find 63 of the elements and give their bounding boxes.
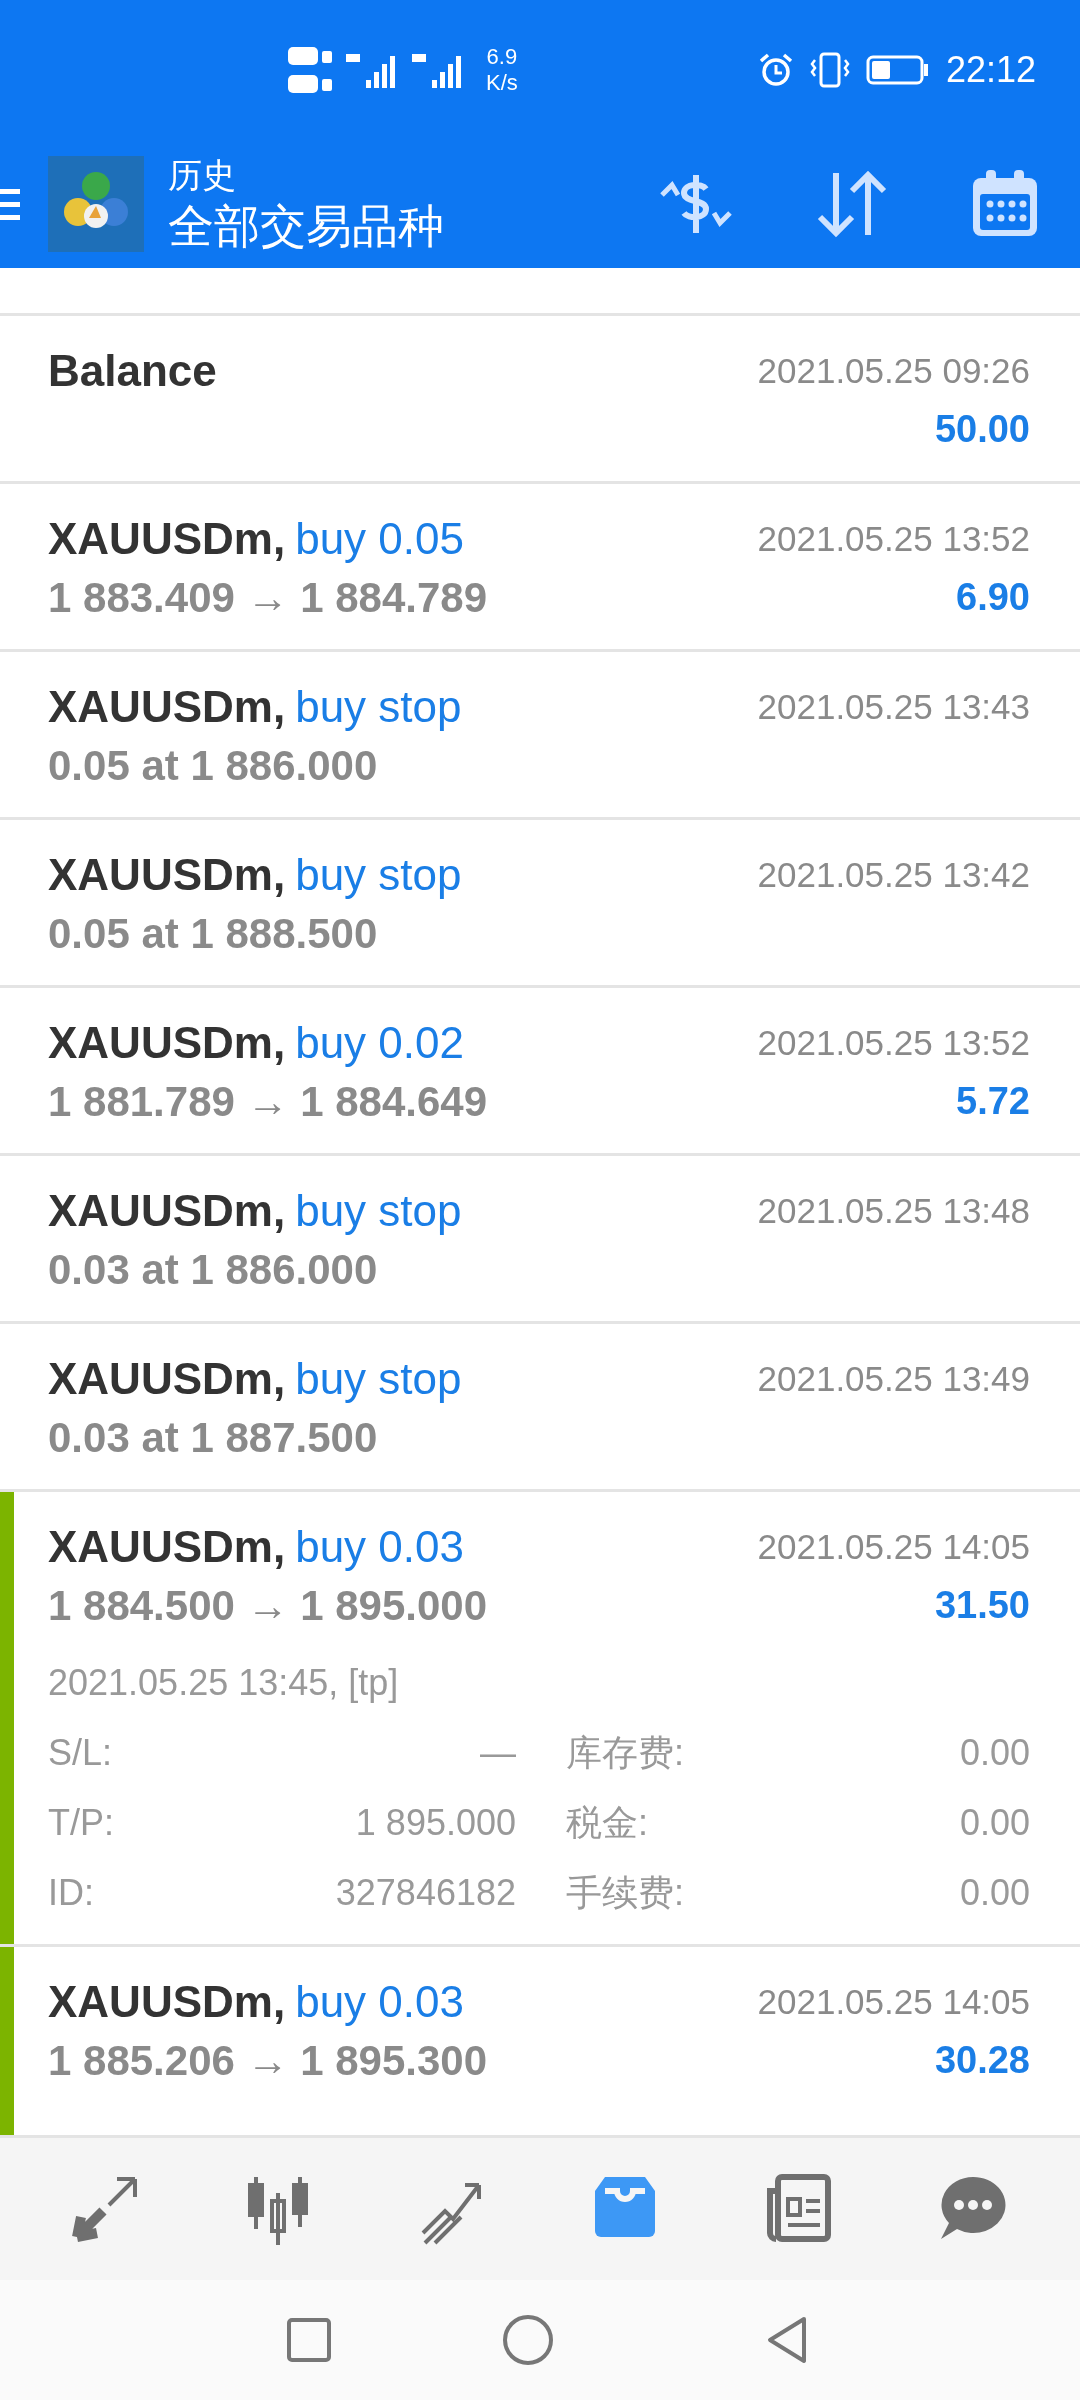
- price-text: 1 885.206 → 1 895.300: [48, 2035, 488, 2086]
- symbol-text: XAUUSDm,: [48, 849, 286, 901]
- detail-value: 1 895.000: [355, 1801, 516, 1845]
- detail-label: 库存费:: [566, 1731, 684, 1775]
- detail-value: 0.00: [959, 1801, 1030, 1845]
- trade-type-text: buy 0.03: [295, 1976, 464, 2028]
- order-price-text: 0.05 at 1 886.000: [48, 740, 378, 791]
- detail-value: 0.00: [959, 1871, 1030, 1915]
- open-time-text: 2021.05.25 13:45, [tp]: [48, 1661, 399, 1705]
- trade-type-text: buy 0.05: [295, 513, 464, 565]
- date-time-text: 2021.05.25 09:26: [757, 349, 1030, 392]
- profit-text: 6.90: [956, 574, 1030, 620]
- date-time-text: 2021.05.25 13:52: [757, 1021, 1030, 1064]
- price-text: 1 883.409 → 1 884.789: [48, 572, 488, 623]
- date-time-text: 2021.05.25 13:48: [757, 1189, 1030, 1232]
- date-time-text: 2021.05.25 13:43: [757, 685, 1030, 728]
- balance-label: Balance: [48, 345, 217, 397]
- date-time-text: 2021.05.25 14:05: [757, 1980, 1030, 2023]
- detail-value: 0.00: [959, 1731, 1030, 1775]
- detail-label: S/L:: [48, 1731, 113, 1775]
- detail-value: —: [480, 1731, 516, 1775]
- app-logo-icon: [48, 156, 144, 252]
- profit-text: 30.28: [934, 2037, 1030, 2083]
- date-time-text: 2021.05.25 13:42: [757, 853, 1030, 896]
- speed-unit: K/s: [486, 70, 518, 96]
- trade-type-text: buy stop: [295, 1353, 462, 1405]
- profit-text: 50.00: [934, 406, 1030, 452]
- symbol-text: XAUUSDm,: [48, 1185, 286, 1237]
- symbol-text: XAUUSDm,: [48, 1353, 286, 1405]
- price-text: 1 884.500 → 1 895.000: [48, 1580, 488, 1631]
- alarm-icon: [757, 52, 794, 88]
- price-text: 1 881.789 → 1 884.649: [48, 1076, 488, 1127]
- date-time-text: 2021.05.25 13:52: [757, 517, 1030, 560]
- trade-type-text: buy stop: [295, 849, 462, 901]
- order-price-text: 0.05 at 1 888.500: [48, 908, 378, 959]
- symbol-filter[interactable]: 全部交易品种: [168, 197, 444, 255]
- vibrate-icon: [809, 52, 850, 88]
- screen-title: 历史: [168, 155, 237, 196]
- trade-type-text: buy stop: [295, 1185, 462, 1237]
- profit-text: 31.50: [934, 1582, 1030, 1628]
- symbol-text: XAUUSDm,: [48, 1976, 286, 2028]
- symbol-text: XAUUSDm,: [48, 681, 286, 733]
- speed-value: 6.9: [486, 44, 518, 70]
- home-button[interactable]: [502, 2314, 554, 2366]
- recent-apps-button[interactable]: [286, 2317, 332, 2363]
- symbol-text: XAUUSDm,: [48, 513, 286, 565]
- trade-type-text: buy 0.03: [295, 1521, 464, 1573]
- trade-type-text: buy 0.02: [295, 1017, 464, 1069]
- detail-label: T/P:: [48, 1801, 114, 1845]
- battery-icon: [865, 54, 930, 86]
- symbol-text: XAUUSDm,: [48, 1521, 286, 1573]
- date-time-text: 2021.05.25 14:05: [757, 1525, 1030, 1568]
- profit-text: 5.72: [956, 1078, 1030, 1124]
- trade-type-text: buy stop: [295, 681, 462, 733]
- detail-label: ID:: [48, 1871, 94, 1915]
- symbol-text: XAUUSDm,: [48, 1017, 286, 1069]
- detail-label: 手续费:: [566, 1871, 684, 1915]
- order-price-text: 0.03 at 1 887.500: [48, 1412, 378, 1463]
- clock-time: 22:12: [945, 48, 1036, 92]
- detail-label: 税金:: [566, 1801, 648, 1845]
- order-price-text: 0.03 at 1 886.000: [48, 1244, 378, 1295]
- date-time-text: 2021.05.25 13:49: [757, 1357, 1030, 1400]
- detail-value: 327846182: [335, 1871, 516, 1915]
